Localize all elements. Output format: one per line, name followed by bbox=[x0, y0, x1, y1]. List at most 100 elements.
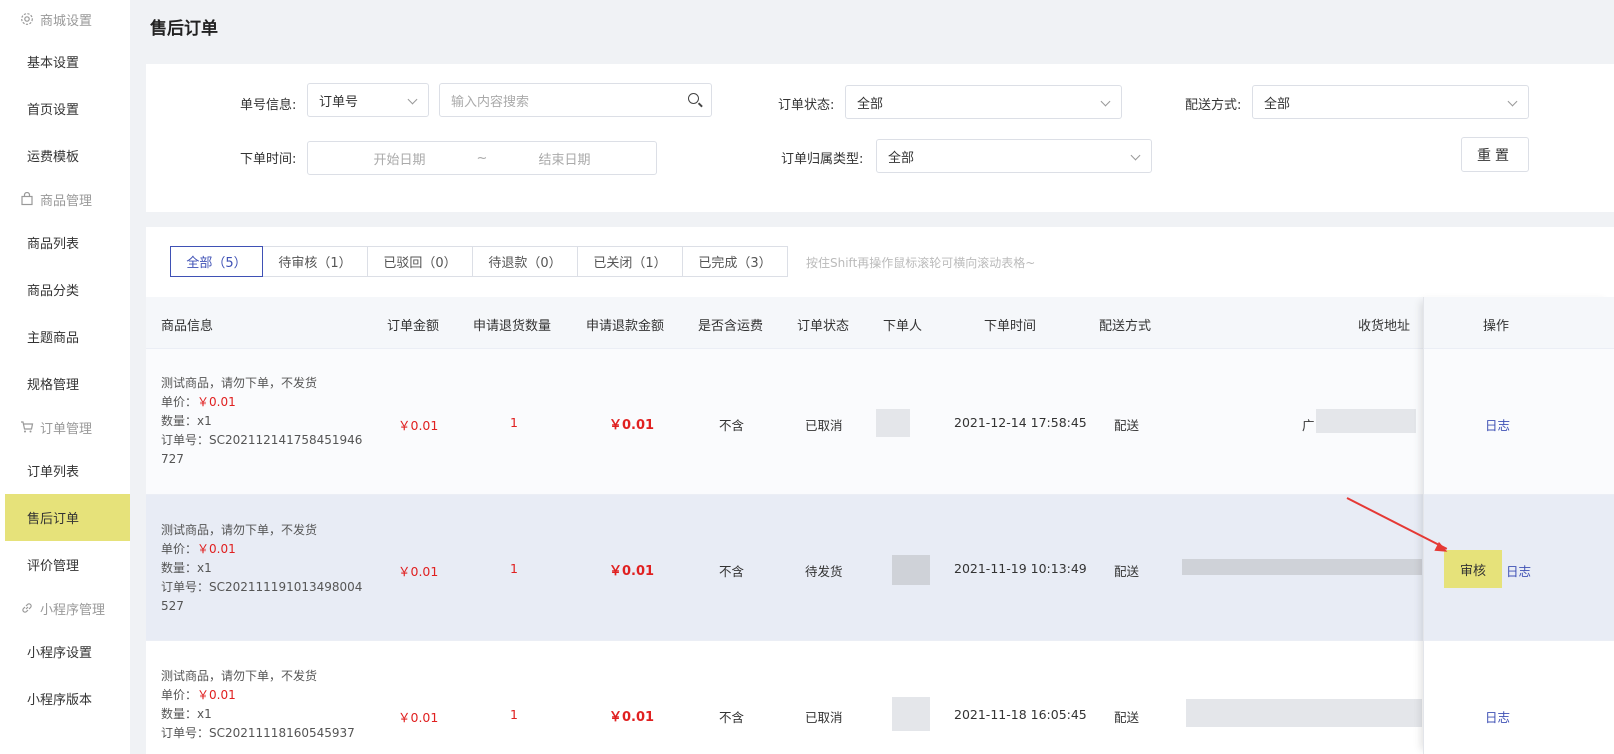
tab-closed[interactable]: 已关闭（1） bbox=[577, 246, 683, 277]
return-qty: 1 bbox=[510, 707, 518, 722]
delivery-method: 配送 bbox=[1114, 710, 1140, 725]
table-row: 测试商品，请勿下单，不发货 单价：￥0.01 数量：x1 订单号：SC20211… bbox=[146, 641, 1614, 754]
link-icon bbox=[22, 603, 32, 613]
unit-price-value: ￥0.01 bbox=[197, 688, 236, 702]
sidebar-item-goods-list[interactable]: 商品列表 bbox=[0, 219, 130, 266]
order-amount: ￥0.01 bbox=[398, 418, 439, 433]
sidebar-item-order-list[interactable]: 订单列表 bbox=[0, 447, 130, 494]
order-no: 订单号：SC20211118160545937 bbox=[161, 726, 355, 740]
unit-price: 单价：￥0.01 bbox=[161, 393, 362, 412]
th-buyer: 下单人 bbox=[883, 319, 923, 334]
search-input[interactable]: 输入内容搜索 bbox=[439, 83, 712, 117]
order-time: 2021-11-18 16:05:45 bbox=[954, 707, 1087, 722]
sidebar-group-label: 商品管理 bbox=[40, 193, 93, 209]
table-panel: 全部（5） 待审核（1） 已驳回（0） 待退款（0） 已关闭（1） 已完成（3）… bbox=[146, 227, 1614, 754]
status-select-value: 全部 bbox=[857, 96, 884, 112]
delivery-label: 配送方式: bbox=[1185, 98, 1242, 113]
tab-to-refund[interactable]: 待退款（0） bbox=[472, 246, 578, 277]
order-no-tail: 527 bbox=[161, 599, 184, 613]
sidebar-item-freight[interactable]: 运费模板 bbox=[0, 132, 130, 179]
order-status: 已取消 bbox=[805, 710, 843, 725]
delivery-select[interactable]: 全部 bbox=[1252, 85, 1529, 119]
tab-all[interactable]: 全部（5） bbox=[170, 246, 263, 277]
freight-included: 不含 bbox=[719, 564, 745, 579]
gear-icon bbox=[21, 13, 33, 25]
sidebar-item-spec[interactable]: 规格管理 bbox=[0, 360, 130, 407]
order-no-label: 单号信息: bbox=[240, 98, 297, 113]
belong-label: 订单归属类型: bbox=[781, 152, 864, 167]
sidebar-item-basic[interactable]: 基本设置 bbox=[0, 38, 130, 85]
goods-name: 测试商品，请勿下单，不发货 bbox=[161, 523, 318, 537]
refund-amount: ￥0.01 bbox=[609, 564, 655, 579]
unit-price-value: ￥0.01 bbox=[197, 542, 236, 556]
goods-name: 测试商品，请勿下单，不发货 bbox=[161, 669, 318, 683]
unit-price-label: 单价： bbox=[161, 688, 198, 702]
chevron-down-icon bbox=[1130, 150, 1141, 161]
th-info: 商品信息 bbox=[161, 319, 214, 334]
goods-info: 测试商品，请勿下单，不发货 单价：￥0.01 数量：x1 订单号：SC20211… bbox=[161, 667, 355, 743]
th-status: 订单状态 bbox=[797, 319, 850, 334]
delivery-method: 配送 bbox=[1114, 564, 1140, 579]
sidebar-group-label: 商城设置 bbox=[40, 13, 93, 29]
sidebar-item-goods-cat[interactable]: 商品分类 bbox=[0, 266, 130, 313]
tab-pending[interactable]: 待审核（1） bbox=[262, 246, 368, 277]
order-no-type-value: 订单号 bbox=[319, 94, 359, 110]
delivery-method: 配送 bbox=[1114, 418, 1140, 433]
address-masked bbox=[1186, 699, 1422, 727]
refund-amount: ￥0.01 bbox=[609, 710, 655, 725]
quantity: 数量：x1 bbox=[161, 561, 212, 575]
sidebar-item-aftersale[interactable]: 售后订单 bbox=[5, 494, 130, 541]
time-label: 下单时间: bbox=[240, 152, 297, 167]
sidebar-group-goods: 商品管理 bbox=[0, 179, 130, 219]
status-tabs: 全部（5） 待审核（1） 已驳回（0） 待退款（0） 已关闭（1） 已完成（3） bbox=[170, 246, 788, 277]
reset-button[interactable]: 重置 bbox=[1461, 137, 1529, 172]
th-qty: 申请退货数量 bbox=[473, 319, 552, 334]
date-range-picker[interactable]: 开始日期 ~ 结束日期 bbox=[307, 141, 657, 175]
sidebar-item-theme-goods[interactable]: 主题商品 bbox=[0, 313, 130, 360]
start-date[interactable]: 开始日期 bbox=[374, 149, 426, 168]
th-delivery: 配送方式 bbox=[1099, 319, 1152, 334]
order-status: 待发货 bbox=[805, 564, 843, 579]
return-qty: 1 bbox=[510, 561, 518, 576]
unit-price-value: ￥0.01 bbox=[197, 395, 236, 409]
order-time: 2021-12-14 17:58:45 bbox=[954, 415, 1087, 430]
order-amount: ￥0.01 bbox=[398, 710, 439, 725]
th-freight: 是否含运费 bbox=[698, 319, 764, 334]
belong-select[interactable]: 全部 bbox=[876, 139, 1152, 173]
sidebar-item-home[interactable]: 首页设置 bbox=[0, 85, 130, 132]
end-date[interactable]: 结束日期 bbox=[538, 149, 590, 168]
address-masked bbox=[1316, 409, 1416, 433]
goods-info: 测试商品，请勿下单，不发货 单价：￥0.01 数量：x1 订单号：SC20211… bbox=[161, 374, 362, 469]
th-time: 下单时间 bbox=[984, 319, 1037, 334]
order-no: 订单号：SC202112141758451946 bbox=[161, 433, 363, 447]
freight-included: 不含 bbox=[719, 710, 745, 725]
order-no: 订单号：SC202111191013498004 bbox=[161, 580, 363, 594]
tab-completed[interactable]: 已完成（3） bbox=[682, 246, 788, 277]
order-time: 2021-11-19 10:13:49 bbox=[954, 561, 1087, 576]
tab-rejected[interactable]: 已驳回（0） bbox=[367, 246, 473, 277]
page-title: 售后订单 bbox=[150, 19, 218, 39]
table-row: 测试商品，请勿下单，不发货 单价：￥0.01 数量：x1 订单号：SC20211… bbox=[146, 349, 1614, 495]
address-masked bbox=[1182, 559, 1422, 575]
cart-icon bbox=[21, 421, 34, 433]
unit-price-label: 单价： bbox=[161, 542, 198, 556]
sidebar-item-review[interactable]: 评价管理 bbox=[0, 541, 130, 588]
table-row: 测试商品，请勿下单，不发货 单价：￥0.01 数量：x1 订单号：SC20211… bbox=[146, 495, 1614, 641]
search-icon[interactable] bbox=[688, 93, 699, 104]
buyer-masked bbox=[876, 409, 910, 437]
status-label: 订单状态: bbox=[778, 98, 835, 113]
freight-included: 不含 bbox=[719, 418, 745, 433]
buyer-masked bbox=[892, 697, 930, 731]
sidebar-item-mini-version[interactable]: 小程序版本 bbox=[0, 675, 130, 722]
sidebar-item-mini-settings[interactable]: 小程序设置 bbox=[0, 628, 130, 675]
goods-name: 测试商品，请勿下单，不发货 bbox=[161, 376, 318, 390]
status-select[interactable]: 全部 bbox=[845, 85, 1122, 119]
chevron-down-icon bbox=[407, 94, 418, 105]
sidebar-group-shop: 商城设置 bbox=[0, 0, 130, 38]
order-no-type-select[interactable]: 订单号 bbox=[307, 83, 429, 117]
bag-icon bbox=[21, 192, 33, 206]
scroll-hint: 按住Shift再操作鼠标滚轮可横向滚动表格~ bbox=[806, 256, 1036, 270]
fixed-op-column-shadow bbox=[1423, 297, 1614, 754]
order-no-tail: 727 bbox=[161, 452, 184, 466]
sidebar-group-label: 小程序管理 bbox=[40, 602, 106, 618]
